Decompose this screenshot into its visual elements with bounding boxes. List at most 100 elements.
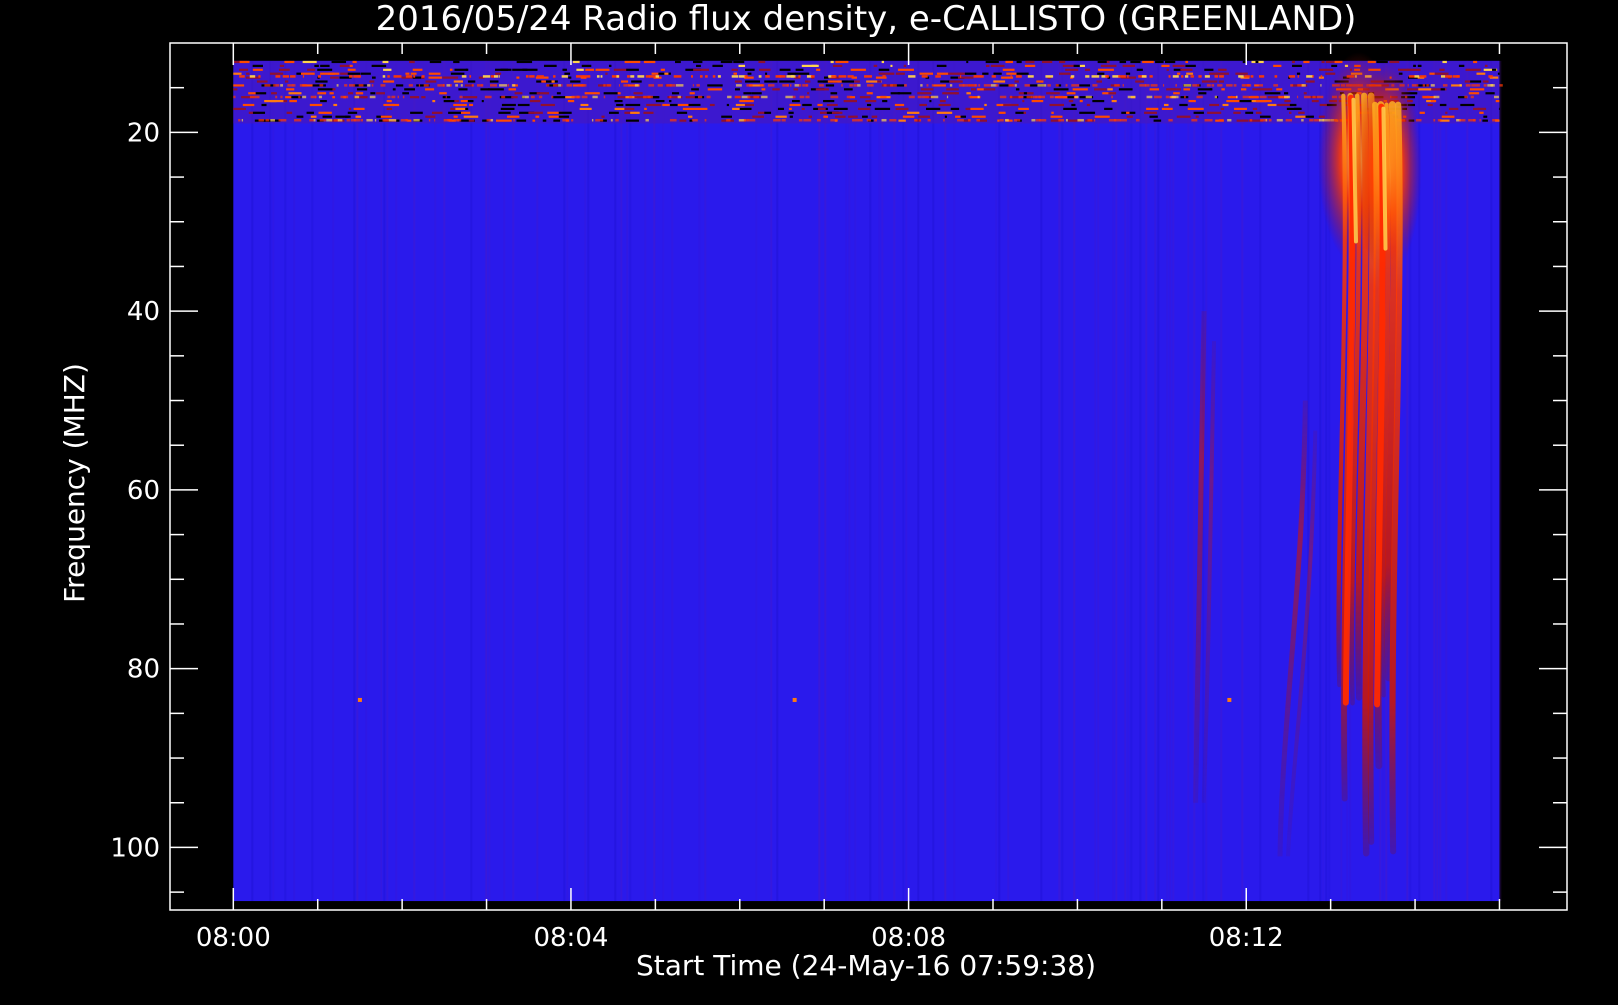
rfi-streak (495, 72, 502, 75)
rfi-streak (1193, 111, 1204, 114)
rfi-streak (425, 115, 436, 118)
rfi-line-segment (1244, 75, 1250, 78)
rfi-streak (376, 92, 385, 95)
noise-column (584, 60, 587, 902)
rfi-streak (516, 76, 520, 79)
rfi-line-segment (857, 84, 861, 87)
rfi-line-segment (968, 95, 972, 99)
rfi-line-segment (319, 84, 324, 87)
rfi-streak (1209, 88, 1212, 91)
rfi-streak (675, 60, 681, 64)
rfi-line-segment (1214, 95, 1217, 99)
rfi-line-segment (382, 75, 386, 78)
rfi-streak (926, 107, 941, 111)
rfi-streak (1439, 68, 1445, 71)
rfi-line-segment (1127, 75, 1129, 78)
rfi-line-segment (1013, 118, 1021, 122)
rfi-line-segment (1238, 75, 1244, 78)
rfi-streak (395, 84, 404, 87)
rfi-streak (1180, 68, 1193, 71)
rfi-line-segment (908, 95, 915, 99)
rfi-streak (1216, 72, 1229, 75)
rfi-streak (1163, 103, 1169, 107)
rfi-streak (428, 76, 442, 79)
x-axis-label: Start Time (24-May-16 07:59:38) (636, 949, 1096, 982)
rfi-streak (1086, 103, 1091, 107)
rfi-line-segment (1184, 75, 1189, 78)
rfi-streak (1273, 64, 1282, 67)
rfi-line-segment (798, 118, 803, 122)
rfi-streak (327, 72, 340, 75)
rfi-streak (1161, 64, 1170, 67)
rfi-line-segment (317, 75, 321, 78)
rfi-streak (1485, 92, 1495, 95)
rfi-streak (751, 92, 762, 95)
rfi-streak (1201, 80, 1218, 83)
rfi-line-segment (889, 118, 897, 122)
rfi-line-segment (691, 118, 698, 122)
rfi-line-segment (1092, 84, 1098, 87)
rfi-streak (261, 103, 267, 107)
rfi-line-segment (582, 75, 591, 78)
rfi-streak (779, 80, 795, 83)
rfi-line-segment (1488, 75, 1493, 78)
noise-column (1112, 60, 1115, 902)
rfi-line-segment (402, 95, 405, 99)
rfi-streak (421, 96, 426, 99)
rfi-line-segment (1031, 118, 1036, 122)
rfi-streak (1118, 88, 1133, 91)
rfi-line-segment (455, 84, 458, 87)
rfi-streak (1126, 115, 1133, 118)
rfi-line-segment (592, 95, 598, 99)
rfi-streak (1482, 80, 1489, 83)
rfi-streak (802, 103, 812, 107)
rfi-line-segment (366, 118, 373, 122)
rfi-streak (993, 80, 1006, 83)
rfi-streak (567, 99, 575, 103)
rfi-streak (843, 99, 857, 103)
rfi-line-segment (1290, 84, 1294, 87)
rfi-line-segment (484, 95, 492, 99)
spike-point (792, 697, 797, 702)
rfi-streak (315, 80, 328, 83)
rfi-line-segment (309, 118, 315, 122)
rfi-streak (1051, 111, 1054, 114)
rfi-line-segment (482, 75, 491, 78)
rfi-streak (551, 80, 555, 83)
rfi-streak (613, 68, 628, 71)
rfi-streak (1407, 68, 1421, 71)
rfi-line-segment (595, 118, 604, 122)
rfi-streak (1079, 111, 1096, 114)
rfi-line-segment (336, 84, 339, 87)
noise-column (293, 60, 296, 902)
rfi-line-segment (991, 75, 996, 78)
rfi-streak (1096, 80, 1103, 83)
rfi-line-segment (1008, 84, 1015, 87)
rfi-line-segment (388, 118, 397, 122)
rfi-line-segment (712, 75, 716, 78)
rfi-streak (801, 107, 805, 111)
rfi-streak (907, 111, 920, 114)
rfi-line-segment (1250, 75, 1254, 78)
rfi-streak (1049, 103, 1064, 107)
rfi-streak (1209, 103, 1220, 107)
rfi-streak (929, 99, 932, 103)
rfi-streak (643, 111, 654, 114)
rfi-line-segment (558, 84, 562, 87)
rfi-streak (1079, 64, 1085, 67)
rfi-streak (1227, 96, 1238, 99)
rfi-line-segment (781, 118, 786, 122)
noise-column (413, 60, 416, 902)
rfi-streak (815, 88, 829, 91)
rfi-line-segment (600, 75, 603, 78)
rfi-line-segment (1018, 95, 1024, 99)
rfi-line-segment (973, 75, 982, 78)
rfi-streak (1111, 99, 1117, 103)
rfi-streak (772, 88, 780, 91)
rfi-line-segment (469, 75, 472, 78)
rfi-streak (495, 119, 512, 122)
rfi-line-segment (1459, 118, 1464, 122)
rfi-line-segment (1440, 75, 1446, 78)
rfi-line-segment (946, 95, 949, 99)
rfi-line-segment (645, 118, 649, 122)
